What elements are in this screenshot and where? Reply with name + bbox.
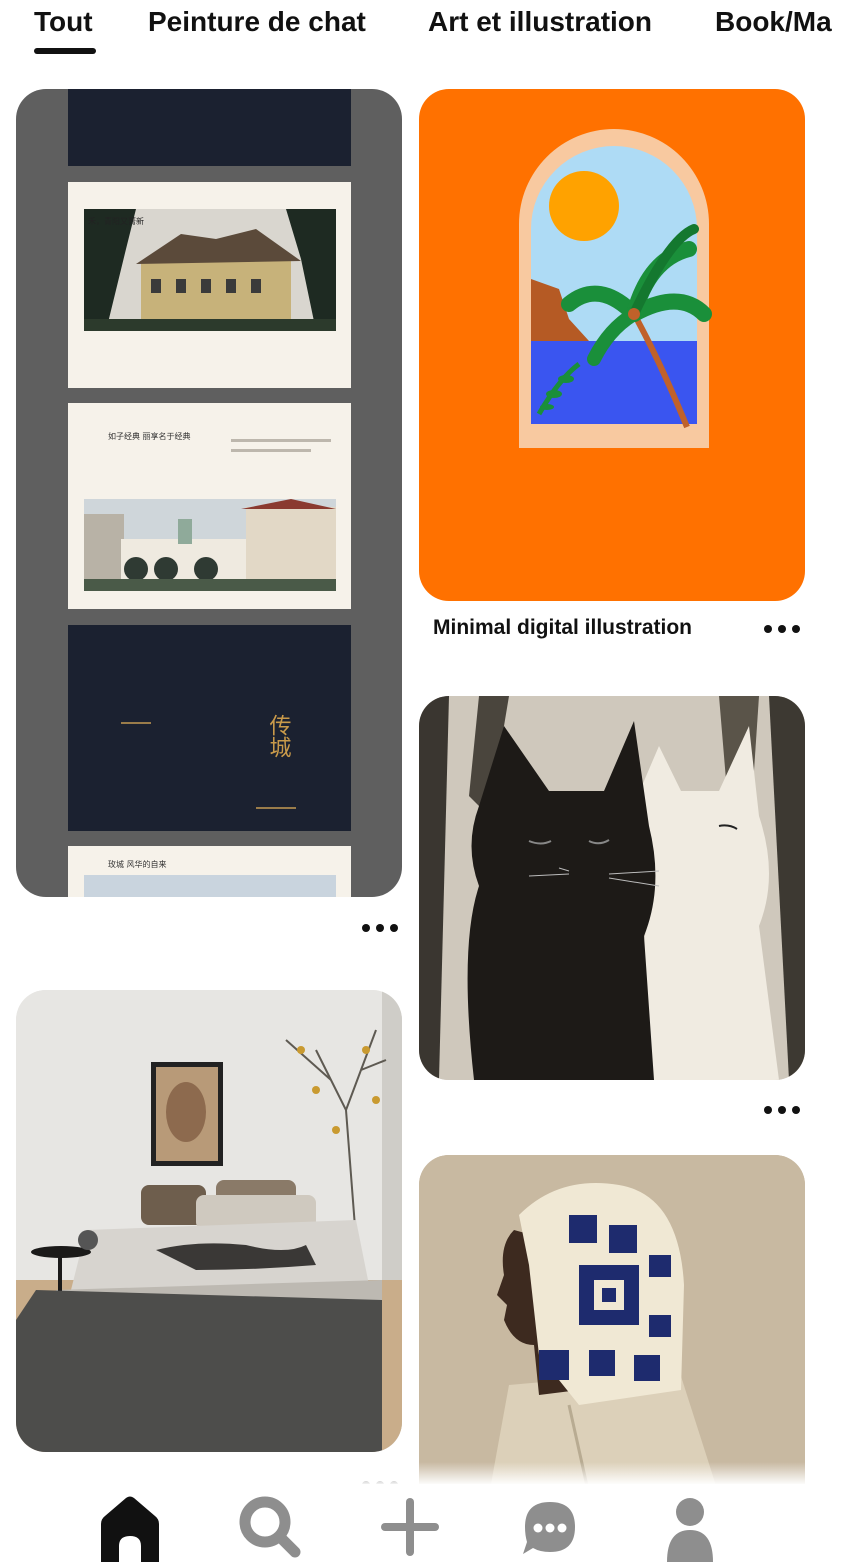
category-tabs: Tout Peinture de chat Art et illustratio… <box>0 0 855 62</box>
page2-heading: 禾，青阳又菁新 <box>88 216 144 226</box>
active-tab-indicator <box>34 48 96 54</box>
search-icon <box>239 1496 301 1558</box>
tab-tout[interactable]: Tout <box>34 6 93 38</box>
crochet-hood-image <box>419 1155 805 1495</box>
pin-bedroom[interactable] <box>16 990 402 1452</box>
nav-create[interactable] <box>375 1492 445 1562</box>
tab-art-et-illustration[interactable]: Art et illustration <box>428 6 652 38</box>
page3-heading: 如子经典 丽享名于经典 <box>108 431 191 441</box>
tab-book-magazine[interactable]: Book/Ma <box>715 6 832 38</box>
pin-digital-illustration-title: Minimal digital illustration <box>433 616 693 639</box>
nav-search[interactable] <box>235 1492 305 1562</box>
pin-digital-illustration-more-button[interactable] <box>764 621 800 637</box>
pin-book-layout[interactable]: 禾，青阳又菁新 如子经典 丽享名于经典 传城 玫城 风华的自来 <box>16 89 402 897</box>
pin-book-layout-more-button[interactable] <box>362 920 398 936</box>
chat-icon <box>523 1502 575 1554</box>
nav-messages[interactable] <box>515 1492 585 1562</box>
bedroom-image <box>16 990 402 1452</box>
plus-icon <box>381 1498 439 1556</box>
cat-painting-image <box>419 696 805 1080</box>
page4-title: 传城 <box>266 714 292 758</box>
pin-crochet-hood[interactable] <box>419 1155 805 1495</box>
book-layout-image: 禾，青阳又菁新 如子经典 丽享名于经典 传城 玫城 风华的自来 <box>68 89 351 897</box>
nav-home[interactable] <box>95 1492 165 1562</box>
window-palm-illustration <box>519 129 712 448</box>
bottom-fade <box>0 1462 855 1484</box>
page5-heading: 玫城 风华的自来 <box>108 859 167 869</box>
pin-cat-painting[interactable] <box>419 696 805 1080</box>
tab-peinture-de-chat[interactable]: Peinture de chat <box>148 6 366 38</box>
profile-icon <box>667 1498 713 1562</box>
nav-profile[interactable] <box>655 1492 725 1562</box>
home-icon <box>101 1496 159 1562</box>
bottom-navigation <box>0 1484 855 1563</box>
pin-cat-painting-more-button[interactable] <box>764 1102 800 1118</box>
pin-digital-illustration[interactable] <box>419 89 805 601</box>
